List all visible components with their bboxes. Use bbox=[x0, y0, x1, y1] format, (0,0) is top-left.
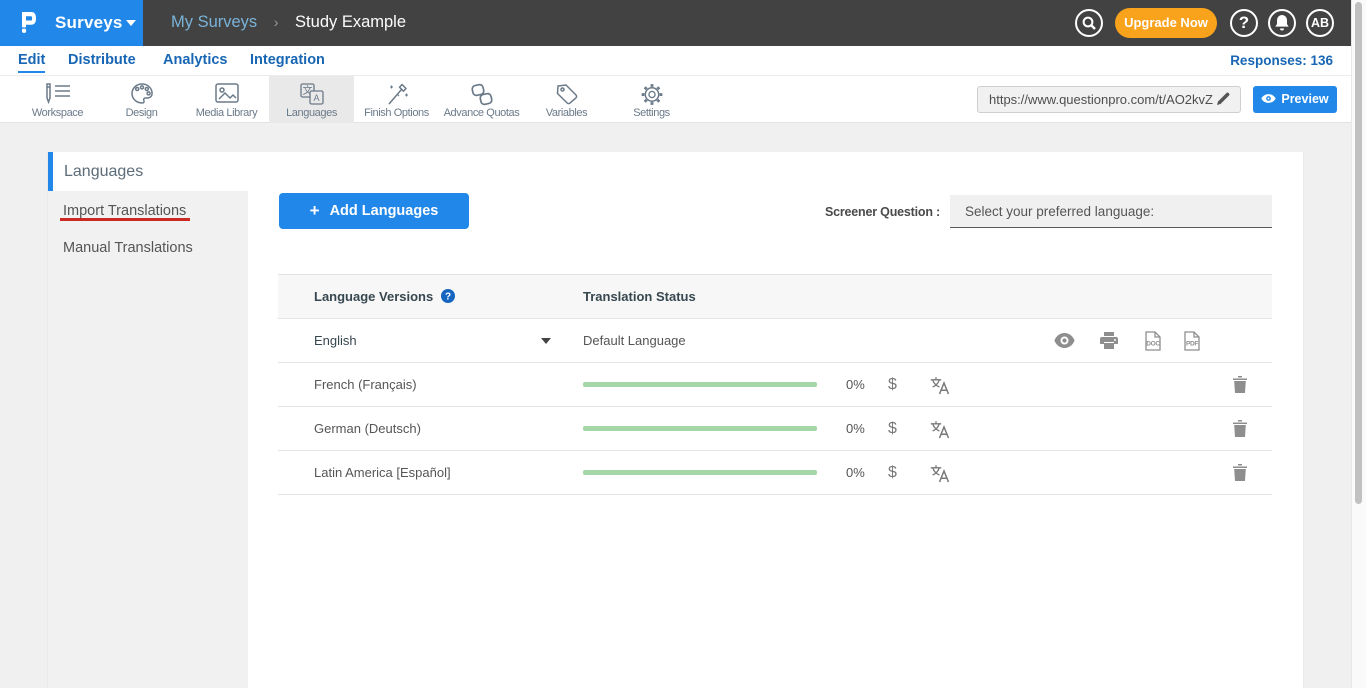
svg-text:A: A bbox=[313, 93, 319, 103]
svg-text:PDF: PDF bbox=[1186, 341, 1198, 348]
svg-text:?: ? bbox=[445, 292, 451, 303]
svg-text:DOC: DOC bbox=[1146, 341, 1160, 348]
